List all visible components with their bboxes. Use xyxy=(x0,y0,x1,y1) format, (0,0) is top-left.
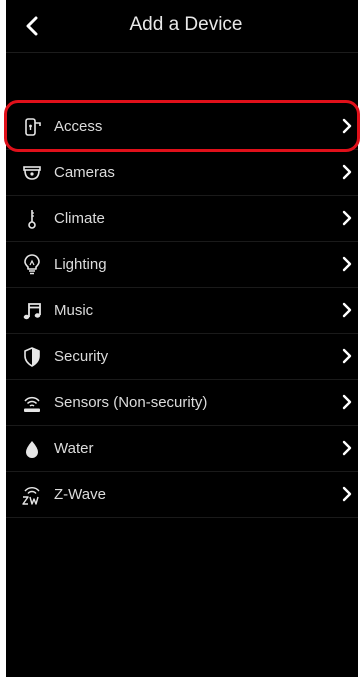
list-item-label: Water xyxy=(54,440,94,457)
list-item-label: Music xyxy=(54,302,94,319)
list-item-label: Z-Wave xyxy=(54,486,106,503)
music-note-icon xyxy=(20,299,44,323)
device-screen: Add a Device Access Cameras Climate Ligh… xyxy=(4,0,360,677)
list-item-label: Access xyxy=(54,118,103,135)
list-item-access[interactable]: Access xyxy=(4,100,360,152)
zwave-icon xyxy=(20,483,44,507)
list-item-sensors[interactable]: Sensors (Non-security) xyxy=(6,380,358,426)
list-item-cameras[interactable]: Cameras xyxy=(6,150,358,196)
chevron-right-icon xyxy=(340,301,354,319)
list-item-label: Sensors (Non-security) xyxy=(54,394,208,411)
list-item-water[interactable]: Water xyxy=(6,426,358,472)
lightbulb-icon xyxy=(20,253,44,277)
list-item-climate[interactable]: Climate xyxy=(6,196,358,242)
list-item-label: Security xyxy=(54,348,109,365)
water-drop-icon xyxy=(20,437,44,461)
list-item-zwave[interactable]: Z-Wave xyxy=(6,472,358,518)
chevron-right-icon xyxy=(340,485,354,503)
chevron-right-icon xyxy=(340,439,354,457)
door-lock-icon xyxy=(20,115,44,139)
header: Add a Device xyxy=(6,0,358,53)
chevron-right-icon xyxy=(340,347,354,365)
category-list: Access Cameras Climate Lighting Music Se… xyxy=(4,100,360,518)
thermometer-icon xyxy=(20,207,44,231)
list-item-lighting[interactable]: Lighting xyxy=(6,242,358,288)
list-item-label: Lighting xyxy=(54,256,107,273)
chevron-right-icon xyxy=(340,209,354,227)
chevron-right-icon xyxy=(340,117,354,135)
list-item-label: Cameras xyxy=(54,164,115,181)
shield-icon xyxy=(20,345,44,369)
chevron-right-icon xyxy=(340,255,354,273)
list-item-security[interactable]: Security xyxy=(6,334,358,380)
camera-dome-icon xyxy=(20,161,44,185)
chevron-right-icon xyxy=(340,393,354,411)
sensor-icon xyxy=(20,391,44,415)
list-item-music[interactable]: Music xyxy=(6,288,358,334)
page-title: Add a Device xyxy=(129,14,243,35)
chevron-right-icon xyxy=(340,163,354,181)
list-item-label: Climate xyxy=(54,210,105,227)
